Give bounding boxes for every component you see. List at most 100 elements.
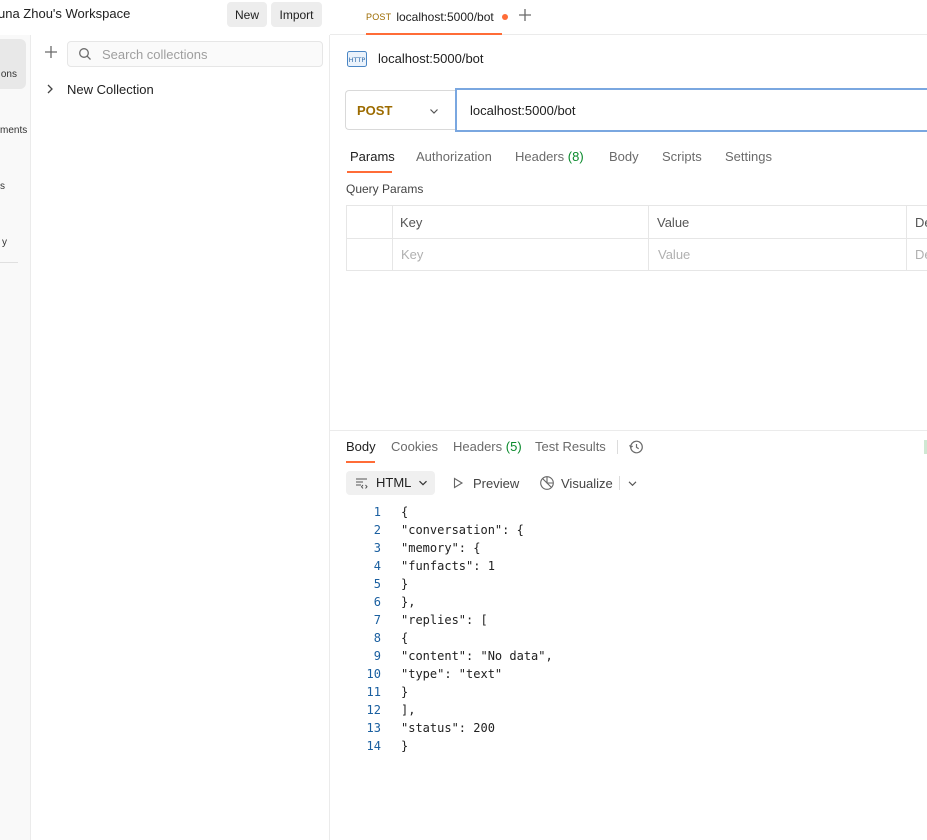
response-divider[interactable] (330, 430, 927, 431)
rail-item-history[interactable]: y (0, 237, 30, 248)
rail-item-collections-label: ons (0, 69, 17, 80)
code-line: 8{ (346, 629, 746, 647)
code-line: 2 "conversation": { (346, 521, 746, 539)
tab-headers[interactable]: Headers (8) (515, 149, 584, 164)
code-line: 3 "memory": { (346, 539, 746, 557)
preview-label: Preview (473, 475, 520, 491)
request-tab-method: POST (366, 12, 392, 22)
rail-item-collections[interactable]: ons (0, 39, 26, 89)
column-header-description: De (915, 215, 927, 230)
code-text: "replies": [ (401, 613, 488, 627)
tab-params[interactable]: Params (350, 149, 395, 164)
collections-sidebar: New Collection (31, 35, 330, 840)
tab-scripts[interactable]: Scripts (662, 149, 702, 164)
code-line: 4 "funfacts": 1 (346, 557, 746, 575)
response-tab-headers-label: Headers (453, 439, 503, 454)
active-tab-underline (366, 33, 502, 35)
response-tab-headers[interactable]: Headers (5) (453, 439, 522, 454)
description-input[interactable]: De (915, 247, 927, 262)
line-number: 1 (373, 505, 381, 519)
line-number: 13 (366, 721, 381, 735)
tab-body[interactable]: Body (609, 149, 639, 164)
chevron-down-icon (419, 480, 427, 486)
code-text: } (401, 577, 409, 591)
code-line: 11} (346, 683, 746, 701)
visualize-label: Visualize (561, 475, 613, 491)
format-label: HTML (376, 475, 412, 490)
response-tab-cookies[interactable]: Cookies (391, 439, 438, 454)
value-input[interactable]: Value (658, 247, 690, 262)
import-button[interactable]: Import (271, 2, 322, 27)
code-text: } (401, 739, 409, 753)
chevron-right-icon[interactable] (43, 82, 57, 96)
new-button[interactable]: New (227, 2, 267, 27)
code-text: "type": "text" (401, 667, 503, 681)
history-icon[interactable] (628, 439, 644, 455)
search-icon (79, 48, 91, 60)
line-number: 11 (366, 685, 381, 699)
code-text: "conversation": { (401, 523, 524, 537)
code-line: 10 "type": "text" (346, 665, 746, 683)
line-number: 4 (373, 559, 381, 573)
code-text: ], (401, 703, 416, 717)
format-icon (356, 478, 368, 489)
line-number: 2 (373, 523, 381, 537)
line-number: 9 (373, 649, 381, 663)
visualize-icon (540, 476, 554, 490)
code-text: { (401, 631, 409, 645)
tab-headers-label: Headers (515, 149, 565, 164)
key-input[interactable]: Key (401, 247, 423, 262)
request-tab-bar: POST localhost:5000/bot (330, 0, 927, 35)
play-icon (453, 477, 464, 489)
response-tab-test-results[interactable]: Test Results (535, 439, 606, 454)
request-tab[interactable]: POST localhost:5000/bot (366, 0, 508, 34)
svg-text:HTTP: HTTP (349, 56, 366, 64)
left-rail: ons ments s y (0, 35, 31, 840)
column-header-value: Value (657, 215, 690, 230)
request-title[interactable]: localhost:5000/bot (378, 51, 484, 66)
plus-icon[interactable] (42, 43, 60, 61)
method-select[interactable]: POST (345, 90, 455, 130)
code-line: 12], (346, 701, 746, 719)
http-icon: HTTP (347, 51, 367, 67)
line-number: 5 (373, 577, 381, 591)
code-text: "funfacts": 1 (401, 559, 495, 573)
code-text: { (401, 505, 409, 519)
format-select[interactable]: HTML (346, 471, 435, 495)
rail-divider (0, 262, 18, 263)
preview-button[interactable]: Preview (452, 471, 519, 495)
collection-name[interactable]: New Collection (67, 82, 154, 97)
code-line: 7 "replies": [ (346, 611, 746, 629)
visualize-button[interactable]: Visualize (539, 471, 613, 495)
params-tab-underline (347, 171, 392, 173)
rail-item-flows[interactable]: s (0, 181, 30, 192)
workspace-title[interactable]: una Zhou's Workspace (0, 6, 130, 21)
response-tab-body[interactable]: Body (346, 439, 376, 454)
collection-item[interactable]: New Collection (43, 79, 154, 99)
code-line: 14} (346, 737, 746, 755)
url-input-box[interactable] (455, 88, 927, 132)
tab-authorization[interactable]: Authorization (416, 149, 492, 164)
method-label: POST (357, 102, 393, 118)
table-divider (347, 238, 927, 239)
rail-item-environments[interactable]: ments (0, 125, 30, 136)
code-line: 9 "content": "No data", (346, 647, 746, 665)
response-tab-headers-count: (5) (505, 439, 522, 454)
code-text: }, (401, 595, 416, 609)
url-input[interactable] (470, 101, 910, 119)
new-tab-plus-icon[interactable] (514, 4, 536, 26)
line-number: 3 (373, 541, 381, 555)
visualize-divider (619, 476, 620, 490)
search-input[interactable] (102, 45, 312, 63)
chevron-down-icon[interactable] (627, 478, 638, 489)
unsaved-indicator (501, 14, 508, 20)
request-tab-name: localhost:5000/bot (396, 10, 494, 24)
response-body-tab-underline (346, 461, 375, 463)
code-line: 13 "status": 200 (346, 719, 746, 737)
code-text: "content": "No data", (401, 649, 553, 663)
tab-headers-count: (8) (567, 149, 584, 164)
tab-settings[interactable]: Settings (725, 149, 772, 164)
code-line: 5} (346, 575, 746, 593)
code-text: "status": 200 (401, 721, 495, 735)
search-box[interactable] (67, 41, 323, 67)
